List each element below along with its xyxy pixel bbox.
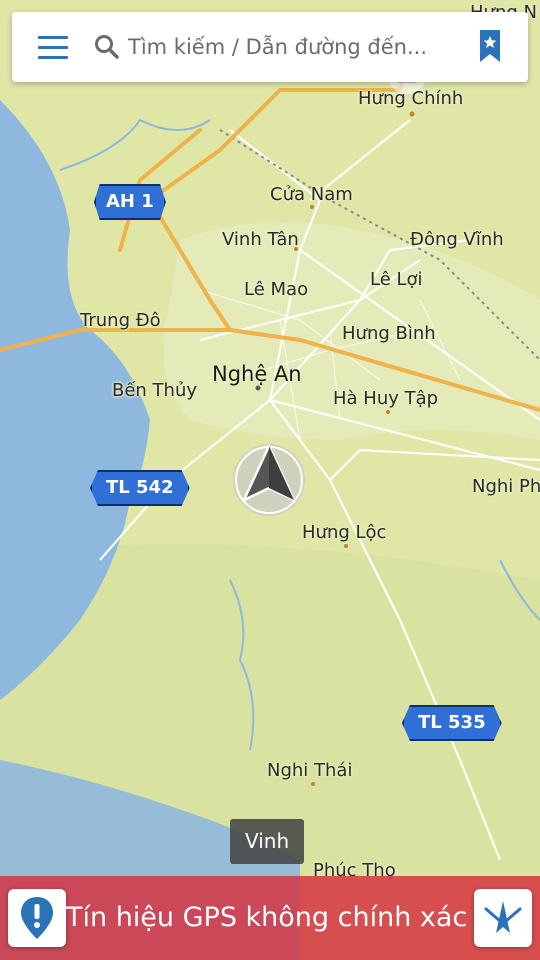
compass-icon: [484, 901, 522, 933]
bookmark-icon[interactable]: [478, 28, 502, 64]
road-shield: AH 1: [94, 184, 166, 220]
place-label: Hà Huy Tập: [333, 388, 439, 409]
place-label: Trung Đô: [80, 310, 161, 331]
search-icon: [95, 35, 119, 59]
menu-icon[interactable]: [38, 36, 68, 60]
search-input[interactable]: Tìm kiếm / Dẫn đường đến...: [128, 31, 458, 63]
gps-warning-text: Tín hiệu GPS không chính xác: [66, 902, 468, 933]
compass-button[interactable]: [474, 889, 532, 947]
place-label: Đông Vĩnh: [410, 229, 504, 250]
place-label: Nghi Thái: [267, 760, 353, 781]
location-alert-icon: [21, 897, 53, 939]
place-label: Lê Mao: [244, 279, 309, 300]
road-shield: TL 542: [90, 470, 190, 506]
place-label: Bến Thủy: [112, 380, 198, 401]
place-label: Cửa Nam: [270, 184, 353, 205]
place-label: Hưng Bình: [342, 323, 436, 344]
place-label: Lê Lợi: [370, 269, 423, 290]
place-label-city: Nghệ An: [212, 362, 302, 386]
toast-message: Vinh: [230, 819, 305, 864]
place-label: Vinh Tân: [222, 229, 299, 250]
search-bar[interactable]: Tìm kiếm / Dẫn đường đến...: [12, 12, 528, 82]
road-shield: TL 535: [402, 705, 502, 741]
gps-warning-bar[interactable]: Tín hiệu GPS không chính xác: [0, 876, 540, 960]
place-label: Hưng Lộc: [302, 522, 387, 543]
place-label: Nghi Phú: [472, 476, 540, 497]
gps-warning-button[interactable]: [8, 889, 66, 947]
navigation-arrow-icon: [230, 438, 308, 518]
